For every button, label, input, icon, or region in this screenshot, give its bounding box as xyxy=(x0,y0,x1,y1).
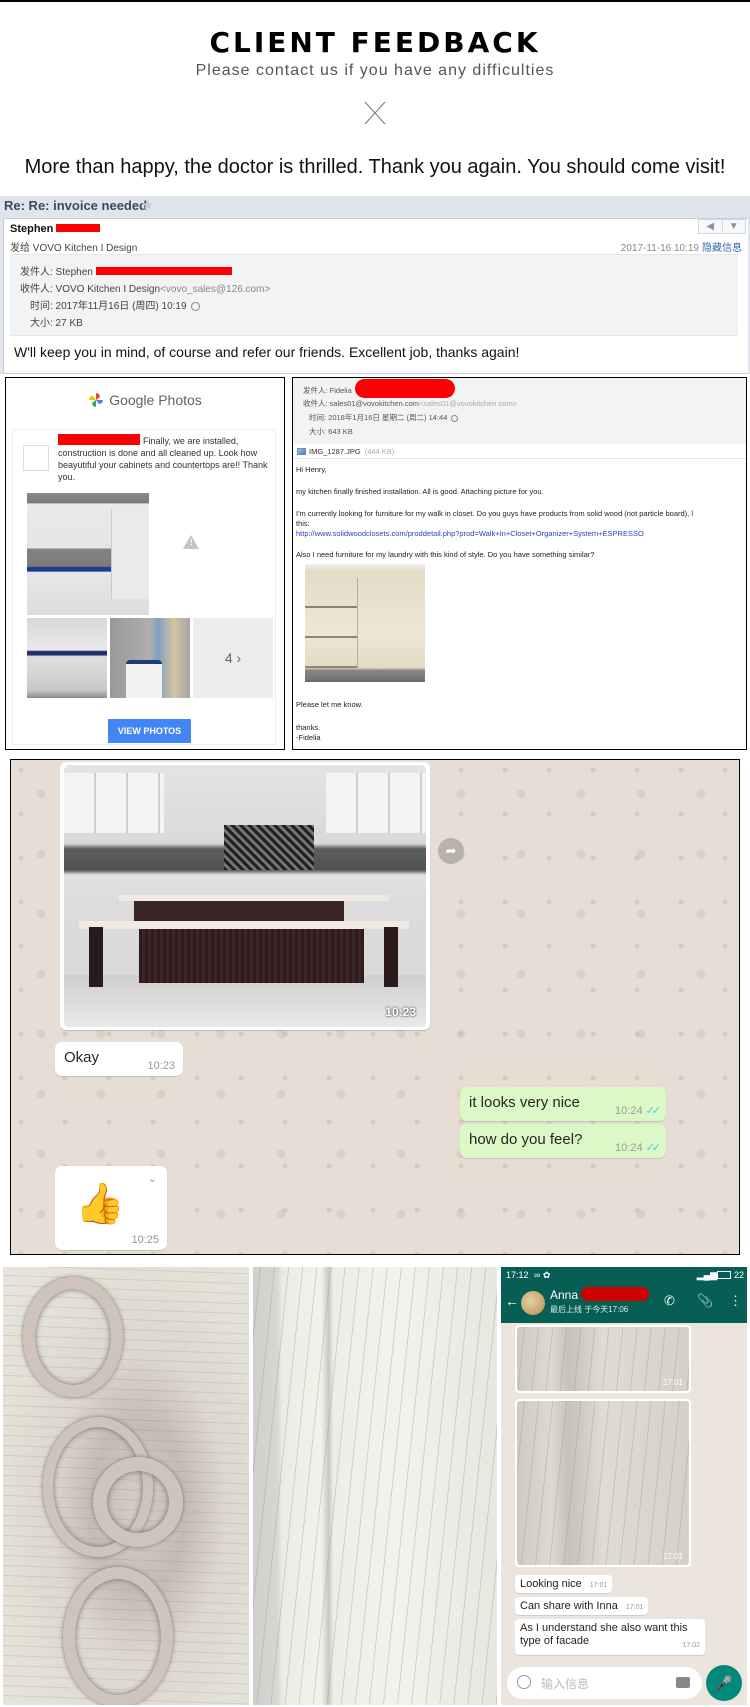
page-subtitle: Please contact us if you have any diffic… xyxy=(195,62,555,79)
redaction xyxy=(355,379,455,398)
google-photos-header: Google Photos xyxy=(6,392,284,408)
dropdown-icon[interactable]: ▼ xyxy=(721,220,746,233)
forward-icon[interactable]: ➦ xyxy=(438,838,464,864)
message-time: 10:23 xyxy=(385,1005,416,1019)
paragraph: my kitchen finally finished installation… xyxy=(296,487,544,496)
status-bar: 17:12 ∞ ✿ ▂▄▆ 22 xyxy=(501,1267,747,1283)
email-meta: 发件人: Stephen 收件人: VOVO Kitchen I Design<… xyxy=(10,254,738,336)
from-line: 发件人: Fidelia xyxy=(303,386,352,395)
kitchen-photo-thumb[interactable] xyxy=(27,618,107,698)
from-line: 发件人: Stephen xyxy=(20,263,232,278)
time-line: 时间: 2017年11月16日 (周四) 10:19 xyxy=(30,297,200,312)
google-photos-logo-icon xyxy=(89,393,104,407)
paragraph: I'm currently looking for furniture for … xyxy=(296,509,694,518)
email-message: W'll keep you in mind, of course and ref… xyxy=(14,344,520,360)
chat-header: ← Anna 最后上线 于今天17:06 ✆ 📎 ⋮ xyxy=(501,1283,747,1323)
email-date: 2017-11-16 10:19 隐藏信息 xyxy=(620,243,742,254)
page-title: CLIENT FEEDBACK xyxy=(209,26,541,59)
email-to-line: 发给 VOVO Kitchen I Design xyxy=(10,243,138,254)
chevron-down-icon[interactable]: ⌄ xyxy=(148,1172,157,1185)
photo-share-message: Finally, we are installed, construction … xyxy=(58,434,268,482)
more-photos-tile[interactable]: 4 › xyxy=(193,618,273,698)
image-message[interactable]: 17:01 xyxy=(515,1399,691,1567)
reply-icon[interactable]: ◀ xyxy=(699,220,722,233)
carved-ornament-photo xyxy=(3,1267,249,1705)
cross-divider-icon xyxy=(364,101,386,125)
thumbs-up-icon: 👍 xyxy=(75,1182,125,1226)
read-receipt-icon: ✓✓ xyxy=(645,1105,662,1117)
image-file-icon xyxy=(297,448,306,455)
message-bubble: Can share with Inna 17:01 xyxy=(515,1597,649,1615)
size-line: 大小: 27 KB xyxy=(30,318,83,329)
avatar[interactable] xyxy=(521,1291,545,1315)
recipient-line: 收件人: sales01@vovokitchen.com<sales01@vov… xyxy=(303,399,518,408)
more-options-icon[interactable]: ⋮ xyxy=(729,1293,742,1309)
redaction xyxy=(58,434,140,445)
broken-image-icon xyxy=(23,445,49,471)
redaction xyxy=(56,224,101,232)
size-line: 大小: 643 KB xyxy=(309,427,353,436)
signature: -Fidelia xyxy=(296,733,321,742)
clock-icon xyxy=(451,414,459,422)
kitchen-photo-thumb[interactable] xyxy=(110,618,190,698)
battery-icon xyxy=(717,1271,731,1279)
redaction xyxy=(95,267,232,275)
attachment[interactable]: IMG_1287.JPG (444 KB) xyxy=(297,447,394,456)
emoji-icon[interactable] xyxy=(517,1675,531,1689)
message-bubble: Looking nice 17:01 xyxy=(515,1575,613,1593)
laundry-cabinet-photo[interactable] xyxy=(305,564,425,682)
image-message[interactable]: 17:01 xyxy=(515,1325,691,1393)
email-invoice: Re: Re: invoice needed ★ Stephen ◀ ▼ 发给 … xyxy=(0,196,750,374)
top-rule xyxy=(0,0,750,2)
redaction xyxy=(581,1287,649,1301)
message-bubble: As I understand she also want this type … xyxy=(515,1619,705,1655)
camera-icon[interactable] xyxy=(676,1677,690,1688)
message-bubble-sticker: 👍 ⌄ 10:25 xyxy=(55,1166,167,1250)
contact-name[interactable]: Anna xyxy=(550,1288,578,1302)
email-fidelia: 发件人: Fidelia 收件人: sales01@vovokitchen.co… xyxy=(292,377,747,750)
email-actions: ◀ ▼ xyxy=(698,219,746,234)
closet-link[interactable]: http://www.solidwoodclosets.com/proddeta… xyxy=(296,529,644,538)
door-grain-photo xyxy=(253,1267,497,1705)
star-icon[interactable]: ★ xyxy=(141,196,154,214)
google-photos-content: Finally, we are installed, construction … xyxy=(12,429,276,745)
message-bubble: Okay 10:23 xyxy=(55,1042,183,1076)
message-bubble-outgoing: how do you feel? 10:24 ✓✓ xyxy=(460,1124,666,1158)
message-bubble-outgoing: it looks very nice 10:24 ✓✓ xyxy=(460,1087,666,1121)
email-subject: Re: Re: invoice needed xyxy=(4,198,148,213)
phone-icon[interactable]: ✆ xyxy=(664,1293,675,1309)
time-line: 时间: 2018年1月16日 星期二 (周二) 14:44 xyxy=(309,412,459,423)
message-input[interactable]: 输入信息 xyxy=(507,1667,702,1699)
back-arrow-icon[interactable]: ← xyxy=(505,1293,519,1309)
clock-icon xyxy=(190,301,200,311)
hide-info-link[interactable]: 隐藏信息 xyxy=(702,243,742,254)
recipient-line: 收件人: VOVO Kitchen I Design<vovo_sales@12… xyxy=(20,284,271,295)
email-meta: 发件人: Fidelia 收件人: sales01@vovokitchen.co… xyxy=(293,378,746,444)
paragraph: this: xyxy=(296,519,310,528)
testimonial-quote: More than happy, the doctor is thrilled.… xyxy=(24,156,726,178)
signoff: thanks. xyxy=(296,723,321,732)
kitchen-photo-main[interactable] xyxy=(27,493,149,615)
last-seen: 最后上线 于今天17:06 xyxy=(550,1305,629,1314)
view-photos-button[interactable]: VIEW PHOTOS xyxy=(108,719,191,743)
phone-chat-screenshot: 17:12 ∞ ✿ ▂▄▆ 22 ← Anna 最后上线 于今天17:06 ✆ … xyxy=(501,1267,747,1705)
signal-icon: ▂▄▆ xyxy=(696,1270,717,1280)
microphone-button[interactable]: 🎤 xyxy=(706,1665,742,1701)
paragraph: Also I need furniture for my laundry wit… xyxy=(296,550,595,559)
sender-name: Stephen xyxy=(10,223,101,235)
image-message[interactable]: 10:23 xyxy=(60,762,430,1030)
whatsapp-chat: 10:23 ➦ Okay 10:23 it looks very nice 10… xyxy=(10,759,740,1255)
greeting: Hi Henry, xyxy=(296,465,327,474)
google-photos-email: Google Photos Finally, we are installed,… xyxy=(5,377,285,750)
kitchen-island-photo: 10:23 xyxy=(64,765,426,1027)
paragraph: Please let me know. xyxy=(296,700,363,709)
read-receipt-icon: ✓✓ xyxy=(645,1142,662,1154)
paperclip-icon[interactable]: 📎 xyxy=(697,1293,713,1309)
email-body-panel: Stephen ◀ ▼ 发给 VOVO Kitchen I Design 201… xyxy=(3,218,748,374)
